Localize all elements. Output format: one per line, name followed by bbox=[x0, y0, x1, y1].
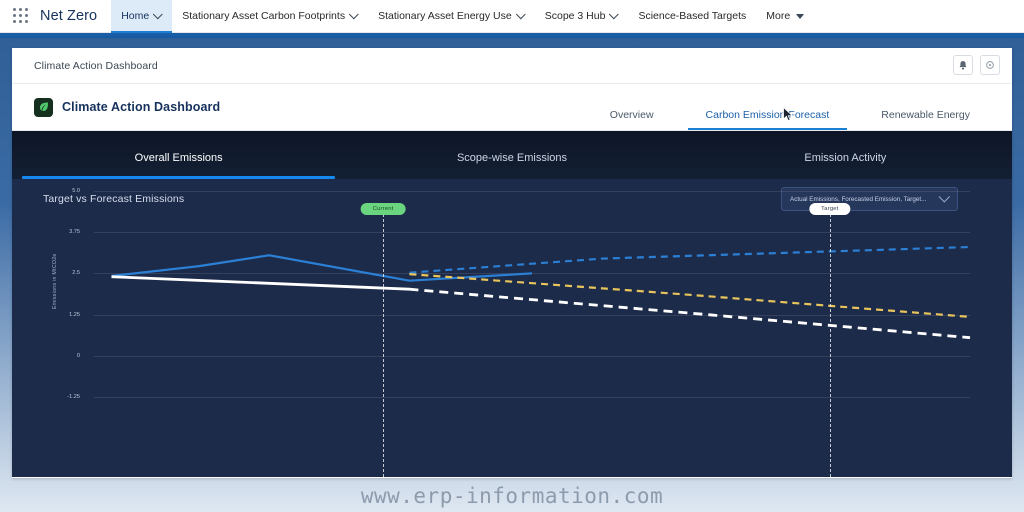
nav-item-label: Science-Based Targets bbox=[638, 10, 747, 22]
tab-renewable-energy[interactable]: Renewable Energy bbox=[855, 109, 996, 130]
chart-marker-line bbox=[383, 209, 385, 477]
panel-tab-label: Overall Emissions bbox=[134, 152, 223, 164]
global-navigation-bar: Net Zero Home Stationary Asset Carbon Fo… bbox=[0, 0, 1024, 33]
panel-tab-scope-wise-emissions[interactable]: Scope-wise Emissions bbox=[345, 131, 678, 179]
settings-icon[interactable] bbox=[980, 55, 1000, 75]
tab-overview[interactable]: Overview bbox=[584, 109, 680, 130]
chart-marker-pill[interactable]: Current bbox=[360, 203, 406, 215]
forecast-panel: Overall Emissions Scope-wise Emissions E… bbox=[12, 131, 1012, 477]
chevron-down-icon[interactable] bbox=[515, 8, 526, 19]
chart-marker-line bbox=[829, 209, 831, 477]
nav-item-label: Stationary Asset Carbon Footprints bbox=[182, 10, 346, 22]
notifications-icon[interactable] bbox=[953, 55, 973, 75]
tab-label: Carbon Emission Forecast bbox=[705, 109, 830, 121]
chart-series-line bbox=[409, 245, 971, 274]
chart-marker-pill[interactable]: Target bbox=[809, 203, 851, 215]
chart-series-line bbox=[111, 254, 533, 282]
nav-item-label: Scope 3 Hub bbox=[544, 10, 606, 22]
nav-item-stationary-asset-carbon-footprints[interactable]: Stationary Asset Carbon Footprints bbox=[172, 0, 368, 33]
panel-tab-label: Scope-wise Emissions bbox=[456, 152, 568, 164]
nav-item-label: Stationary Asset Energy Use bbox=[378, 10, 512, 22]
app-launcher-icon[interactable] bbox=[13, 8, 29, 24]
nav-item-home-label: Home bbox=[121, 10, 150, 22]
chart-series-line bbox=[111, 275, 410, 291]
chart-container: Target vs Forecast Emissions Actual Emis… bbox=[12, 179, 1012, 477]
page-title: Climate Action Dashboard bbox=[62, 100, 221, 114]
chevron-down-icon[interactable] bbox=[796, 13, 805, 19]
chart-series-line bbox=[409, 273, 971, 318]
app-brand-label: Net Zero bbox=[40, 8, 98, 24]
panel-tab-emission-activity[interactable]: Emission Activity bbox=[679, 131, 1012, 179]
nav-item-more[interactable]: More bbox=[756, 0, 814, 33]
chevron-down-icon[interactable] bbox=[348, 8, 359, 19]
chevron-down-icon[interactable] bbox=[153, 8, 163, 19]
tab-label: Overview bbox=[609, 109, 654, 121]
card-header-actions bbox=[953, 55, 1000, 75]
chevron-down-icon[interactable] bbox=[609, 8, 620, 19]
nav-item-home[interactable]: Home bbox=[111, 0, 173, 33]
mouse-cursor bbox=[783, 107, 794, 122]
watermark: www.erp-information.com bbox=[360, 484, 664, 508]
tab-carbon-emission-forecast[interactable]: Carbon Emission Forecast bbox=[680, 109, 856, 130]
dashboard-card: Climate Action Dashboard Climate Action … bbox=[12, 48, 1012, 478]
breadcrumb: Climate Action Dashboard bbox=[34, 59, 158, 72]
chart-plot-area bbox=[111, 245, 971, 340]
nav-item-stationary-asset-energy-use[interactable]: Stationary Asset Energy Use bbox=[368, 0, 535, 33]
nav-item-label: More bbox=[766, 10, 791, 22]
panel-tab-label: Emission Activity bbox=[804, 152, 887, 164]
dashboard-header: Climate Action Dashboard Overview Carbon… bbox=[12, 84, 1012, 131]
line-chart: Emissions in MtCO2e 5.0 3.75 2.5 1.25 0 -1.25… bbox=[12, 179, 1012, 477]
tab-label: Renewable Energy bbox=[881, 109, 970, 121]
nav-item-science-based-targets[interactable]: Science-Based Targets bbox=[628, 0, 756, 33]
screen-root: Net Zero Home Stationary Asset Carbon Fo… bbox=[0, 0, 1024, 512]
nav-item-scope-3-hub[interactable]: Scope 3 Hub bbox=[535, 0, 629, 33]
panel-tab-overall-emissions[interactable]: Overall Emissions bbox=[12, 131, 345, 179]
panel-tablist: Overall Emissions Scope-wise Emissions E… bbox=[12, 131, 1012, 179]
leaf-icon bbox=[34, 97, 53, 117]
card-header: Climate Action Dashboard bbox=[12, 48, 1012, 84]
chart-series-line bbox=[409, 287, 971, 340]
nav-accent-bar bbox=[0, 33, 1024, 38]
